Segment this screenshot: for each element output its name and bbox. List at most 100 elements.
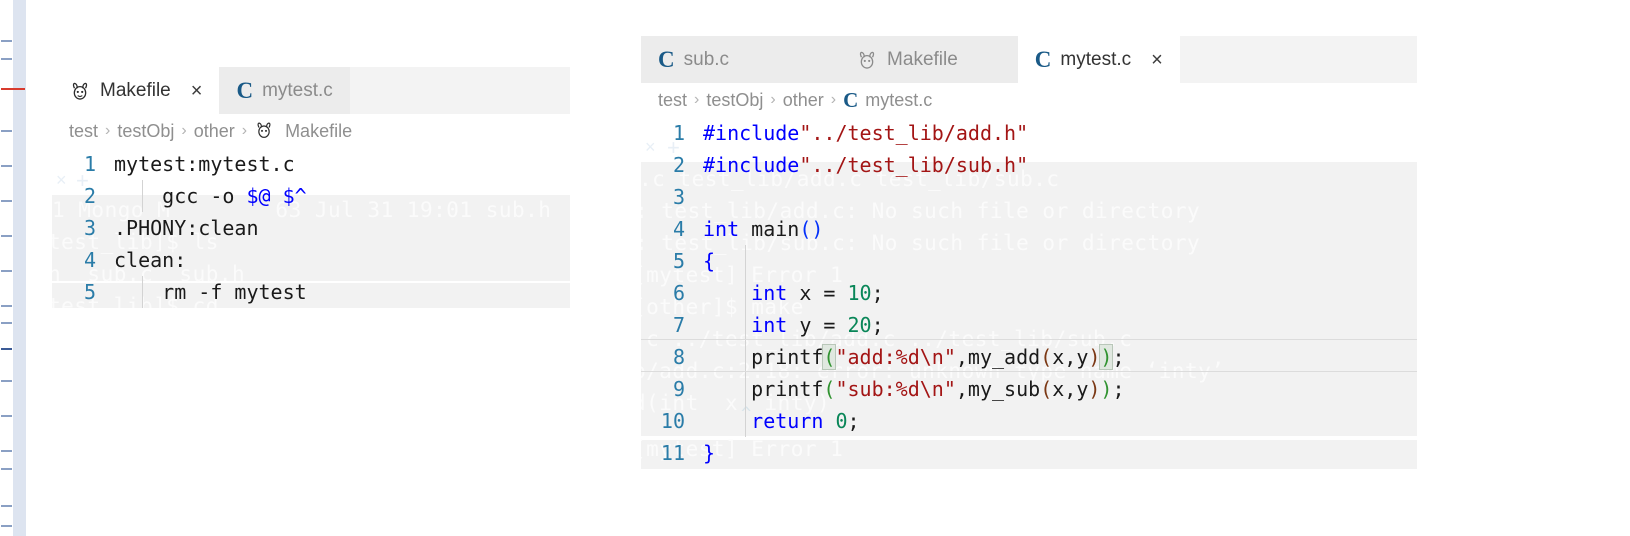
code-line[interactable]: 11} xyxy=(641,437,1417,469)
code-line[interactable]: 1 mytest:mytest.c xyxy=(52,148,570,180)
breadcrumb-item-other[interactable]: other xyxy=(194,121,235,142)
tab-label: mytest.c xyxy=(262,79,333,101)
breadcrumb-item-testobj[interactable]: testObj xyxy=(706,90,763,111)
code-token: clean: xyxy=(114,248,187,272)
line-number: 9 xyxy=(672,377,685,401)
gnu-icon xyxy=(856,49,878,71)
c-icon: C xyxy=(843,87,859,112)
code-line[interactable]: 4 clean: xyxy=(52,244,570,276)
tab-mytest-c[interactable]: C mytest.c xyxy=(219,67,350,114)
code-line[interactable]: 1 #include"../test_lib/add.h" xyxy=(641,117,1417,149)
right-code-area[interactable]: × + .c test_lib/add.c test_lib/sub.c : t… xyxy=(641,117,1417,469)
code-token: x,y xyxy=(1052,377,1089,401)
code-token: ; xyxy=(871,313,884,337)
breadcrumb-item-testobj[interactable]: testObj xyxy=(117,121,174,142)
code-line-text: return 0; xyxy=(703,409,859,433)
code-line[interactable]: 5{ xyxy=(641,245,1417,277)
gnu-icon xyxy=(69,80,91,102)
close-icon[interactable]: × xyxy=(191,81,203,101)
code-line[interactable]: 2 #include"../test_lib/sub.h" xyxy=(641,149,1417,181)
code-token: "../test_lib/add.h" xyxy=(799,121,1029,145)
active-line-border-top xyxy=(641,339,1417,340)
code-line[interactable]: 8 printf("add:%d\n",my_add(x,y)); xyxy=(641,341,1417,373)
ruler-tick xyxy=(1,380,12,382)
line-number: 3 xyxy=(672,185,685,209)
close-icon[interactable]: × xyxy=(1151,50,1163,70)
breadcrumb-item-test[interactable]: test xyxy=(658,90,687,111)
code-token: ; xyxy=(1112,377,1125,401)
c-icon: C xyxy=(658,47,675,72)
ruler-marker-current xyxy=(1,88,25,90)
code-line[interactable]: 2 gcc -o $@ $^ xyxy=(52,180,570,212)
line-number: 7 xyxy=(672,313,685,337)
breadcrumb-item-mytest-c[interactable]: mytest.c xyxy=(865,90,932,111)
code-line-text: #include"../test_lib/add.h" xyxy=(703,121,1028,145)
tab-label: Makefile xyxy=(887,48,958,70)
code-token: return xyxy=(751,409,824,433)
line-number: 5 xyxy=(83,280,96,304)
code-token: int xyxy=(703,217,740,241)
line-number: 10 xyxy=(660,409,685,433)
right-code-lines[interactable]: 1 #include"../test_lib/add.h" 2 #include"..… xyxy=(641,117,1417,469)
right-tabbar: C sub.c Makefile C mytest.c × xyxy=(641,36,1417,83)
breadcrumb-item-makefile[interactable]: Makefile xyxy=(285,121,352,142)
code-line[interactable]: 9 printf("sub:%d\n",my_sub(x,y)); xyxy=(641,373,1417,405)
c-icon: C xyxy=(236,78,254,103)
code-line-text: printf("add:%d\n",my_add(x,y)); xyxy=(703,344,1125,370)
code-line[interactable]: 7 int y = 20; xyxy=(641,309,1417,341)
line-number: 3 xyxy=(83,216,96,240)
tab-makefile[interactable]: Makefile xyxy=(839,36,1018,83)
chevron-right-icon: › xyxy=(830,91,837,108)
chevron-right-icon: › xyxy=(241,122,248,139)
line-number: 11 xyxy=(660,441,685,465)
indent-guide xyxy=(745,245,746,437)
line-number: 2 xyxy=(672,153,685,177)
code-token: "../test_lib/sub.h" xyxy=(799,153,1029,177)
ruler-rail[interactable] xyxy=(13,0,26,536)
code-token: ) xyxy=(1100,377,1113,401)
code-token: () xyxy=(799,217,824,241)
left-code-lines[interactable]: 1 mytest:mytest.c 2 gcc -o $@ $^ 3 .PHONY:cl… xyxy=(52,148,570,308)
chevron-right-icon: › xyxy=(694,91,700,108)
code-token: { xyxy=(703,249,716,273)
left-breadcrumb: test › testObj › other › Makefile xyxy=(52,114,570,148)
left-code-area[interactable]: × + 1 Mongo M 63 Jul 31 19:01 sub.h test… xyxy=(52,148,570,308)
ruler-tick xyxy=(1,40,12,42)
code-line[interactable]: 5 rm -f mytest xyxy=(52,276,570,308)
code-token: ) xyxy=(1088,345,1101,369)
code-line[interactable]: 10 return 0; xyxy=(641,405,1417,437)
code-token: ,my_sub xyxy=(955,377,1041,401)
tab-makefile[interactable]: Makefile × xyxy=(52,67,220,114)
indent-guide xyxy=(142,180,143,212)
code-line-text: { xyxy=(703,249,715,273)
tab-sub-c[interactable]: C sub.c xyxy=(641,36,840,83)
ruler-tick xyxy=(1,525,12,527)
code-token: printf xyxy=(703,345,824,369)
code-token: mytest:mytest.c xyxy=(114,152,295,176)
code-token: #include xyxy=(703,153,800,177)
ruler-tick xyxy=(1,305,12,307)
breadcrumb-item-test[interactable]: test xyxy=(69,121,98,142)
code-line[interactable]: 3 .PHONY:clean xyxy=(52,212,570,244)
code-line[interactable]: 6 int x = 10; xyxy=(641,277,1417,309)
code-token: y = xyxy=(787,313,848,337)
code-line[interactable]: 3 xyxy=(641,181,1417,213)
ruler-tick xyxy=(1,468,12,470)
code-token: x,y xyxy=(1052,345,1089,369)
code-token: "sub:%d\n" xyxy=(835,377,956,401)
c-icon: C xyxy=(1034,47,1052,72)
code-token: 0 xyxy=(835,409,848,433)
line-number: 8 xyxy=(672,345,685,369)
code-token: printf xyxy=(703,377,824,401)
breadcrumb-item-other[interactable]: other xyxy=(783,90,824,111)
code-token: ; xyxy=(1112,345,1125,369)
overview-ruler[interactable] xyxy=(0,0,26,536)
tab-mytest-c[interactable]: C mytest.c × xyxy=(1017,36,1180,83)
tab-label: sub.c xyxy=(683,48,730,70)
code-token: ( xyxy=(1040,377,1053,401)
left-tabbar: Makefile × C mytest.c xyxy=(52,67,570,114)
code-token: gcc -o xyxy=(114,184,247,208)
code-line[interactable]: 4 int main() xyxy=(641,213,1417,245)
